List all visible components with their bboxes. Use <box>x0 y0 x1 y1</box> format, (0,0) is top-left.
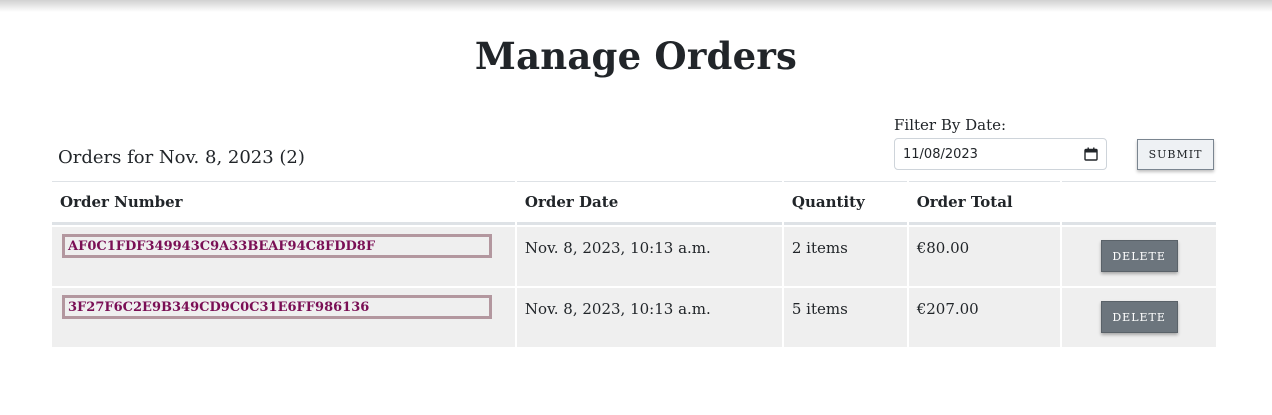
order-date-cell: Nov. 8, 2023, 10:13 a.m. <box>516 286 782 347</box>
quantity-cell: 2 items <box>783 225 907 286</box>
orders-count-heading: Orders for Nov. 8, 2023 (2) <box>58 147 305 168</box>
order-number-link[interactable]: AF0C1FDF349943C9A33BEAF94C8FDD8F <box>62 234 492 258</box>
date-filter-input[interactable]: 11/08/2023 <box>894 138 1107 170</box>
order-total-cell: €80.00 <box>908 225 1061 286</box>
actions-cell: DELETE <box>1062 286 1216 347</box>
submit-button[interactable]: SUBMIT <box>1137 139 1214 170</box>
table-header-row: Order Number Order Date Quantity Order T… <box>52 181 1216 225</box>
top-navbar-shadow <box>0 0 1272 12</box>
orders-table: Order Number Order Date Quantity Order T… <box>50 181 1218 347</box>
column-header-order-date: Order Date <box>516 181 782 225</box>
order-number-link[interactable]: 3F27F6C2E9B349CD9C0C31E6FF986136 <box>62 295 492 319</box>
column-header-actions <box>1062 181 1216 225</box>
order-total-cell: €207.00 <box>908 286 1061 347</box>
order-date-cell: Nov. 8, 2023, 10:13 a.m. <box>516 225 782 286</box>
page-title: Manage Orders <box>474 34 798 78</box>
table-row: AF0C1FDF349943C9A33BEAF94C8FDD8F Nov. 8,… <box>52 225 1216 286</box>
quantity-cell: 5 items <box>783 286 907 347</box>
column-header-quantity: Quantity <box>783 181 907 225</box>
date-filter-value: 11/08/2023 <box>903 146 978 162</box>
table-row: 3F27F6C2E9B349CD9C0C31E6FF986136 Nov. 8,… <box>52 286 1216 347</box>
delete-button[interactable]: DELETE <box>1100 301 1178 333</box>
order-number-cell: AF0C1FDF349943C9A33BEAF94C8FDD8F <box>52 225 515 286</box>
calendar-icon[interactable] <box>1084 147 1098 161</box>
delete-button[interactable]: DELETE <box>1100 240 1178 272</box>
order-number-cell: 3F27F6C2E9B349CD9C0C31E6FF986136 <box>52 286 515 347</box>
actions-cell: DELETE <box>1062 225 1216 286</box>
filter-by-date-label: Filter By Date: <box>894 116 1007 134</box>
column-header-order-number: Order Number <box>52 181 515 225</box>
column-header-order-total: Order Total <box>908 181 1061 225</box>
